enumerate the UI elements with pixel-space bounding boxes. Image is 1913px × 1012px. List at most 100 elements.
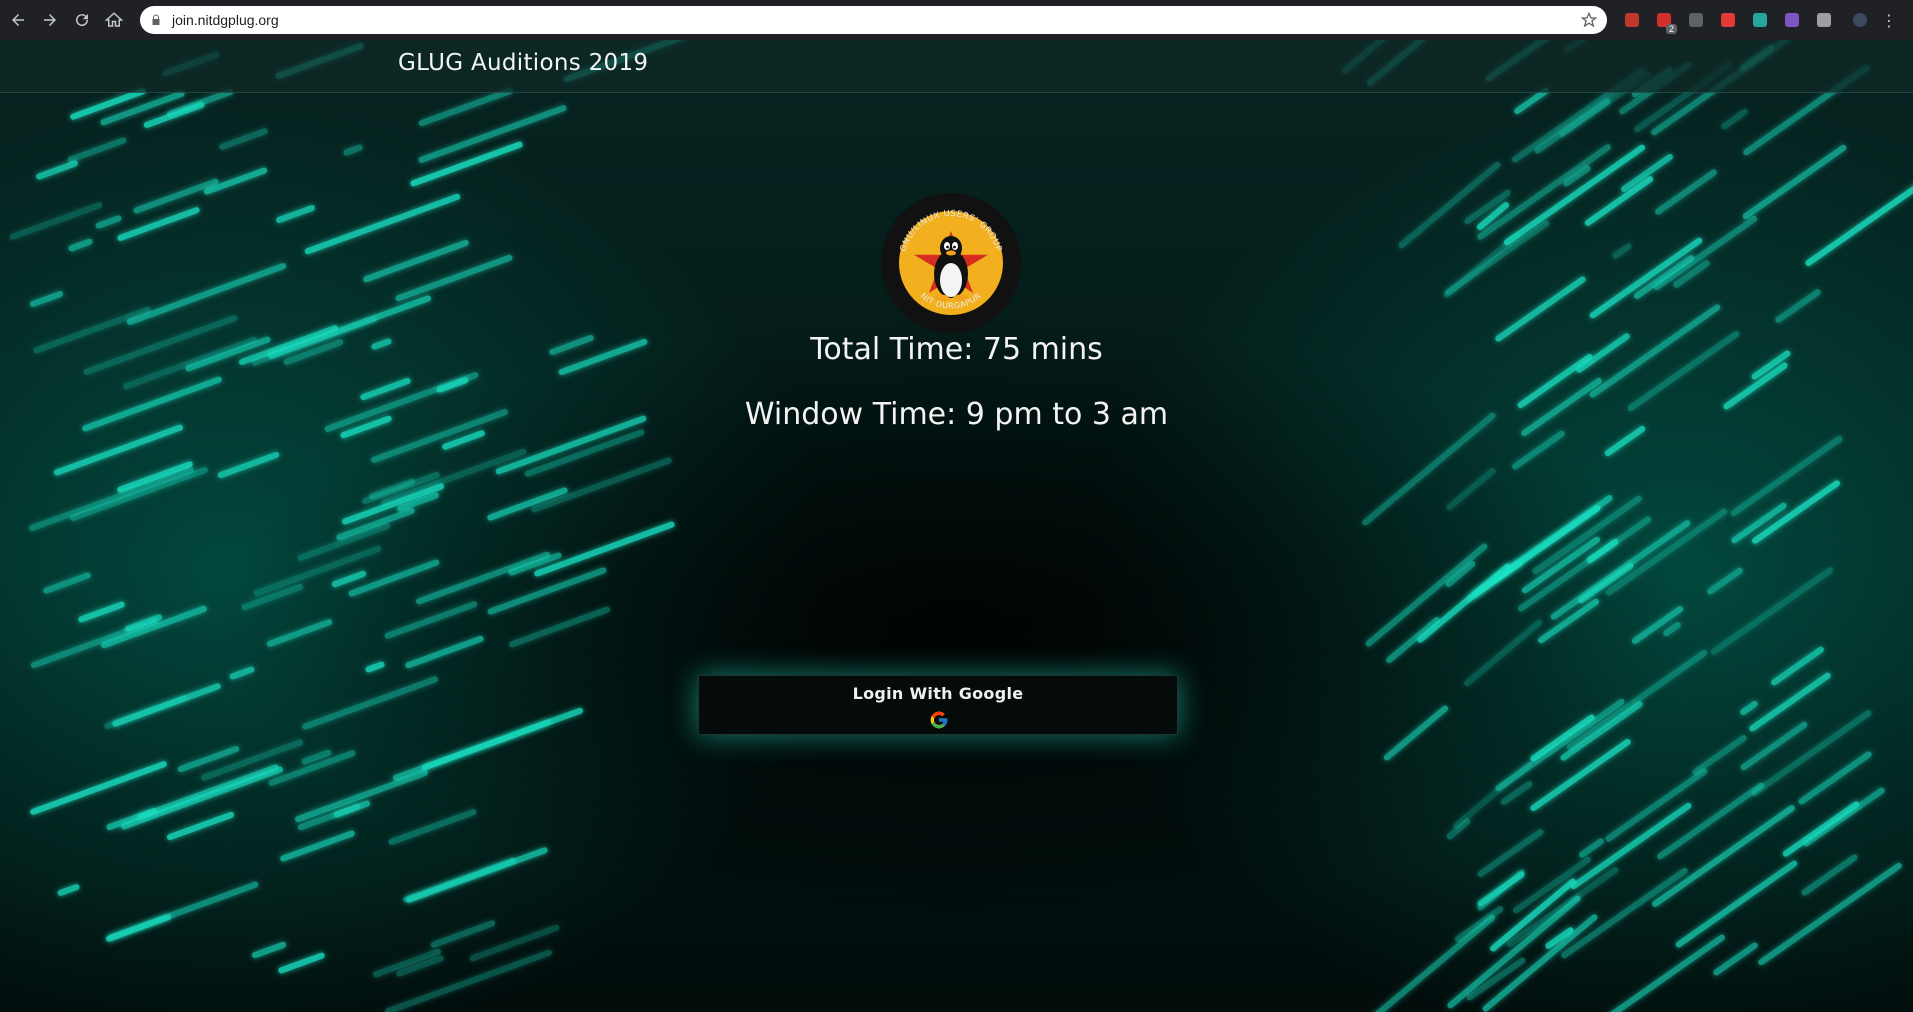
code-streak [1607, 933, 1727, 1012]
code-streak [430, 919, 496, 949]
home-icon [105, 12, 123, 27]
code-streak [1748, 671, 1832, 733]
code-streak [77, 600, 126, 624]
code-streak [132, 177, 220, 215]
code-streak [303, 192, 462, 256]
code-streak [116, 206, 201, 242]
extension-gray-icon[interactable] [1813, 9, 1835, 31]
bookmark-star-icon[interactable] [1581, 12, 1597, 28]
arrow-right-icon [44, 14, 56, 26]
code-background [0, 40, 1913, 1012]
code-streak [347, 558, 441, 598]
code-streak [486, 566, 608, 616]
code-streak [1382, 704, 1450, 762]
code-streak [94, 214, 123, 230]
code-streak [1358, 913, 1497, 1012]
login-button-label: Login With Google [852, 684, 1024, 703]
code-streak [1462, 618, 1544, 688]
code-streak [42, 571, 92, 595]
code-streak [251, 941, 287, 959]
code-streak [1652, 214, 1759, 292]
site-title[interactable]: GLUG Auditions 2019 [398, 50, 648, 76]
code-streak [105, 913, 172, 943]
code-streak [103, 694, 188, 730]
code-streak [383, 600, 479, 640]
code-streak [294, 769, 429, 823]
url-text[interactable]: join.nitdgplug.org [172, 12, 1581, 28]
code-streak [228, 665, 256, 681]
code-streak [409, 140, 524, 188]
arrow-left-icon [12, 14, 24, 26]
top-navbar: GLUG Auditions 2019 [0, 40, 1913, 93]
code-streak [296, 522, 392, 562]
home-button[interactable] [98, 4, 130, 36]
code-streak [1653, 168, 1719, 216]
code-streak [279, 829, 356, 863]
reload-icon [76, 14, 89, 27]
code-streak [69, 466, 209, 522]
code-streak [364, 660, 386, 674]
extension-purple-icon[interactable] [1781, 9, 1803, 31]
back-button[interactable] [2, 4, 34, 36]
code-streak [1451, 760, 1534, 830]
code-streak [29, 760, 168, 816]
code-streak [29, 290, 64, 308]
code-streak [1476, 827, 1545, 879]
ublock-icon[interactable] [1621, 9, 1643, 31]
code-streak [35, 159, 79, 181]
code-streak [392, 718, 552, 782]
code-streak [166, 811, 235, 841]
code-streak [1739, 699, 1759, 717]
code-streak [1442, 231, 1522, 299]
code-streak [266, 618, 333, 648]
window-time-text: Window Time: 9 pm to 3 am [744, 397, 1169, 432]
pocket-icon[interactable] [1685, 9, 1707, 31]
profile-avatar[interactable] [1849, 9, 1871, 31]
code-streak [1533, 97, 1612, 155]
code-streak [126, 262, 287, 326]
code-streak [1720, 107, 1749, 131]
extension-red-icon[interactable] [1717, 9, 1739, 31]
code-streak [1510, 429, 1567, 471]
code-streak [100, 605, 208, 649]
total-time-text: Total Time: 75 mins [810, 332, 1103, 367]
code-streak [277, 951, 326, 975]
code-streak [1706, 566, 1744, 596]
glug-logo: GNU/LINUX USERS' GROUP NIT DURGAPUR [881, 193, 1021, 333]
code-streak [275, 204, 316, 224]
code-streak [417, 87, 515, 127]
code-streak [1800, 853, 1859, 897]
code-streak [508, 605, 611, 649]
code-streak [216, 451, 281, 479]
code-streak [1611, 242, 1633, 260]
google-icon [930, 711, 948, 729]
login-with-google-button[interactable]: Login With Google [698, 675, 1178, 735]
code-streak [1445, 466, 1497, 512]
code-streak [28, 466, 195, 532]
code-streak [1577, 837, 1606, 859]
code-streak [1604, 507, 1729, 597]
code-streak [218, 127, 269, 151]
extension-eyes-icon[interactable] [1749, 9, 1771, 31]
code-streak [99, 89, 186, 127]
forward-button[interactable] [34, 4, 66, 36]
code-streak [1804, 166, 1913, 268]
code-streak [1774, 288, 1822, 324]
reload-button[interactable] [66, 4, 98, 36]
browser-toolbar: join.nitdgplug.org 2 ⋮ [0, 0, 1913, 40]
browser-menu-icon[interactable]: ⋮ [1881, 11, 1897, 30]
lock-icon [152, 14, 160, 25]
code-streak [1712, 941, 1759, 977]
code-streak [404, 634, 485, 670]
code-streak [66, 136, 128, 164]
code-streak [387, 808, 478, 846]
address-bar[interactable]: join.nitdgplug.org [140, 6, 1607, 34]
lastpass-icon[interactable]: 2 [1653, 9, 1677, 34]
extensions-area: 2 [1621, 9, 1835, 34]
code-streak [1741, 143, 1848, 221]
code-streak [342, 143, 364, 157]
page-content: GLUG Auditions 2019 GNU/LINUX USERS' GRO… [0, 40, 1913, 1012]
code-streak [402, 856, 517, 904]
code-streak [8, 201, 104, 241]
code-streak [67, 237, 94, 253]
